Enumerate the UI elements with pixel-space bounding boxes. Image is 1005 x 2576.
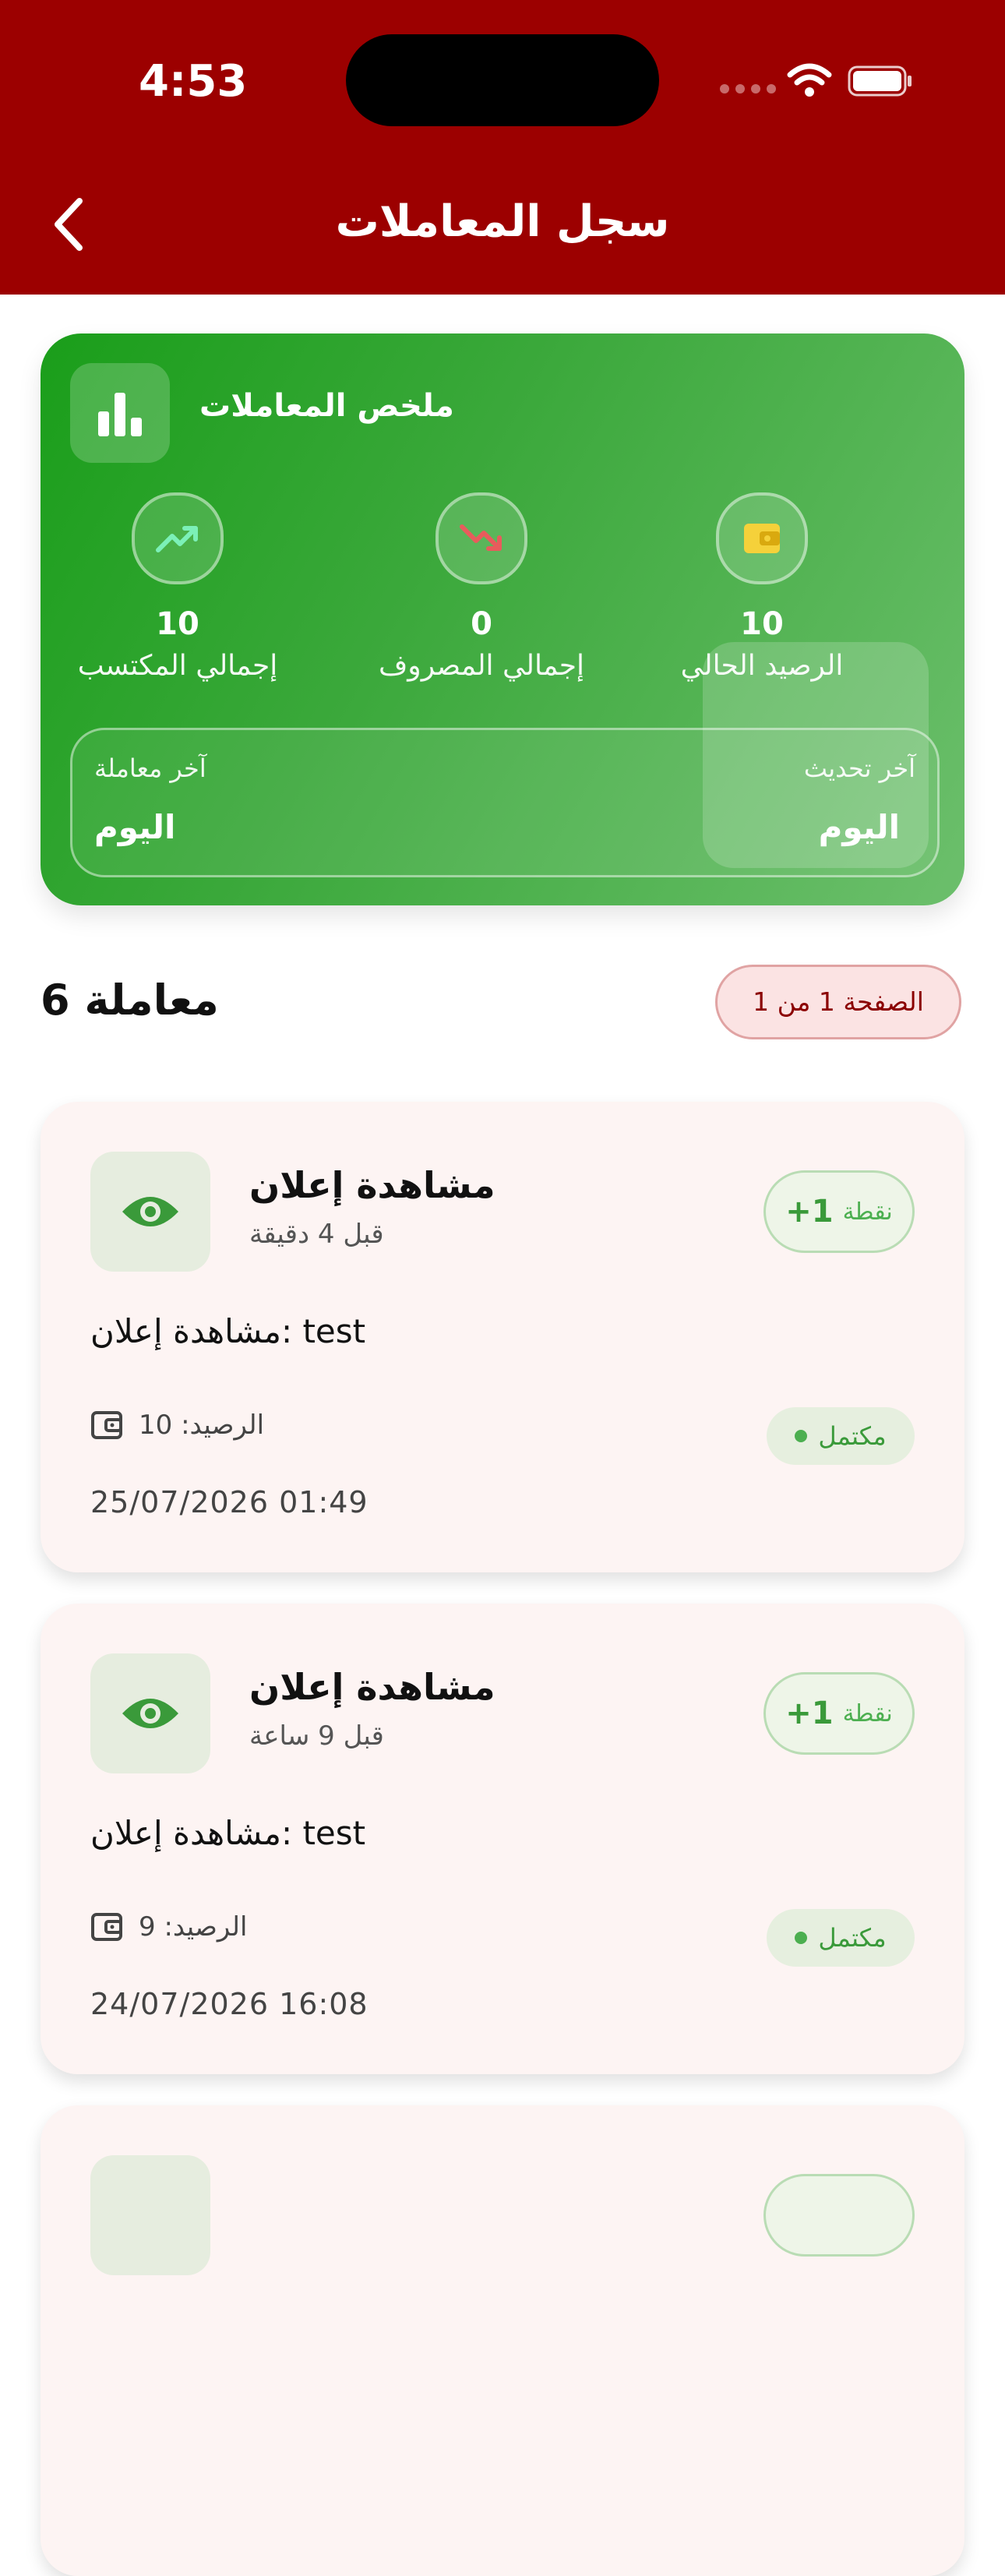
transaction-card[interactable]	[41, 2105, 964, 2576]
status-time: 4:53	[139, 56, 248, 107]
eye-icon	[90, 1152, 210, 1272]
last-transaction-value: اليوم	[94, 808, 176, 846]
points-label: نقطة	[842, 1198, 893, 1226]
points-badge: +1 نقطة	[763, 1672, 915, 1755]
status-badge: مكتمل	[767, 1909, 915, 1967]
last-transaction-label: آخر معاملة	[94, 753, 206, 783]
stat-label: إجمالي المصروف	[378, 650, 585, 682]
status-dot-icon	[795, 1932, 808, 1944]
transaction-card[interactable]: مشاهدة إعلان قبل 4 دقيقة +1 نقطة مشاهدة …	[41, 1102, 964, 1572]
eye-icon	[90, 1653, 210, 1773]
summary-dates-box: آخر معاملة اليوم آخر تحديث اليوم	[70, 728, 940, 877]
stat-label: إجمالي المكتسب	[77, 650, 278, 682]
battery-icon	[848, 65, 912, 97]
status-text: مكتمل	[818, 1421, 887, 1451]
last-update-label: آخر تحديث	[803, 753, 915, 783]
wallet-icon	[716, 492, 808, 584]
points-badge: +1 نقطة	[763, 1170, 915, 1253]
stat-value: 0	[471, 606, 492, 642]
stat-total-earned: 10 إجمالي المكتسب	[41, 492, 318, 682]
transaction-description: مشاهدة إعلان: test	[90, 1814, 366, 1852]
trending-down-icon	[436, 492, 527, 584]
stat-value: 10	[156, 606, 199, 642]
transaction-balance: الرصيد: 10	[90, 1409, 264, 1442]
transaction-description: مشاهدة إعلان: test	[90, 1312, 366, 1350]
last-update-value: اليوم	[818, 808, 900, 846]
stat-total-spent: 0 إجمالي المصروف	[341, 492, 622, 682]
summary-title: ملخص المعاملات	[199, 388, 454, 424]
cellular-signal-icon	[720, 84, 776, 94]
points-label: نقطة	[842, 1699, 893, 1727]
transaction-time-ago: قبل 9 ساعة	[249, 1720, 384, 1752]
app-header: 4:53 سجل المعاملات	[0, 0, 1005, 295]
wifi-icon	[787, 63, 832, 97]
transaction-balance: الرصيد: 9	[90, 1911, 247, 1943]
eye-icon	[90, 2155, 210, 2275]
transaction-card[interactable]: مشاهدة إعلان قبل 9 ساعة +1 نقطة مشاهدة إ…	[41, 1604, 964, 2074]
dynamic-island	[346, 34, 659, 126]
page-title: سجل المعاملات	[335, 196, 670, 247]
transactions-summary-card: ملخص المعاملات 10 إجمالي المكتسب 0 إجمال…	[41, 333, 964, 905]
trending-up-icon	[132, 492, 224, 584]
stat-label: الرصيد الحالي	[680, 650, 844, 682]
stat-value: 10	[740, 606, 784, 642]
points-value: +1	[785, 1194, 834, 1230]
balance-text: الرصيد: 10	[139, 1410, 265, 1441]
page-indicator-badge: الصفحة 1 من 1	[715, 965, 961, 1039]
transaction-title: مشاهدة إعلان	[249, 1666, 495, 1708]
points-badge	[763, 2174, 915, 2257]
stat-current-balance: 10 الرصيد الحالي	[622, 492, 902, 682]
transaction-time-ago: قبل 4 دقيقة	[249, 1219, 384, 1250]
transaction-title: مشاهدة إعلان	[249, 1164, 495, 1206]
balance-text: الرصيد: 9	[139, 1911, 248, 1943]
points-value: +1	[785, 1696, 834, 1731]
status-text: مكتمل	[818, 1923, 887, 1953]
wallet-outline-icon	[91, 1411, 122, 1439]
status-badge: مكتمل	[767, 1407, 915, 1465]
bar-chart-icon	[70, 363, 170, 463]
status-dot-icon	[795, 1430, 808, 1442]
transaction-date: 25/07/2026 01:49	[90, 1485, 368, 1519]
transactions-count: 6 معاملة	[41, 976, 219, 1025]
wallet-outline-icon	[91, 1913, 122, 1941]
transaction-date: 24/07/2026 16:08	[90, 1987, 368, 2021]
